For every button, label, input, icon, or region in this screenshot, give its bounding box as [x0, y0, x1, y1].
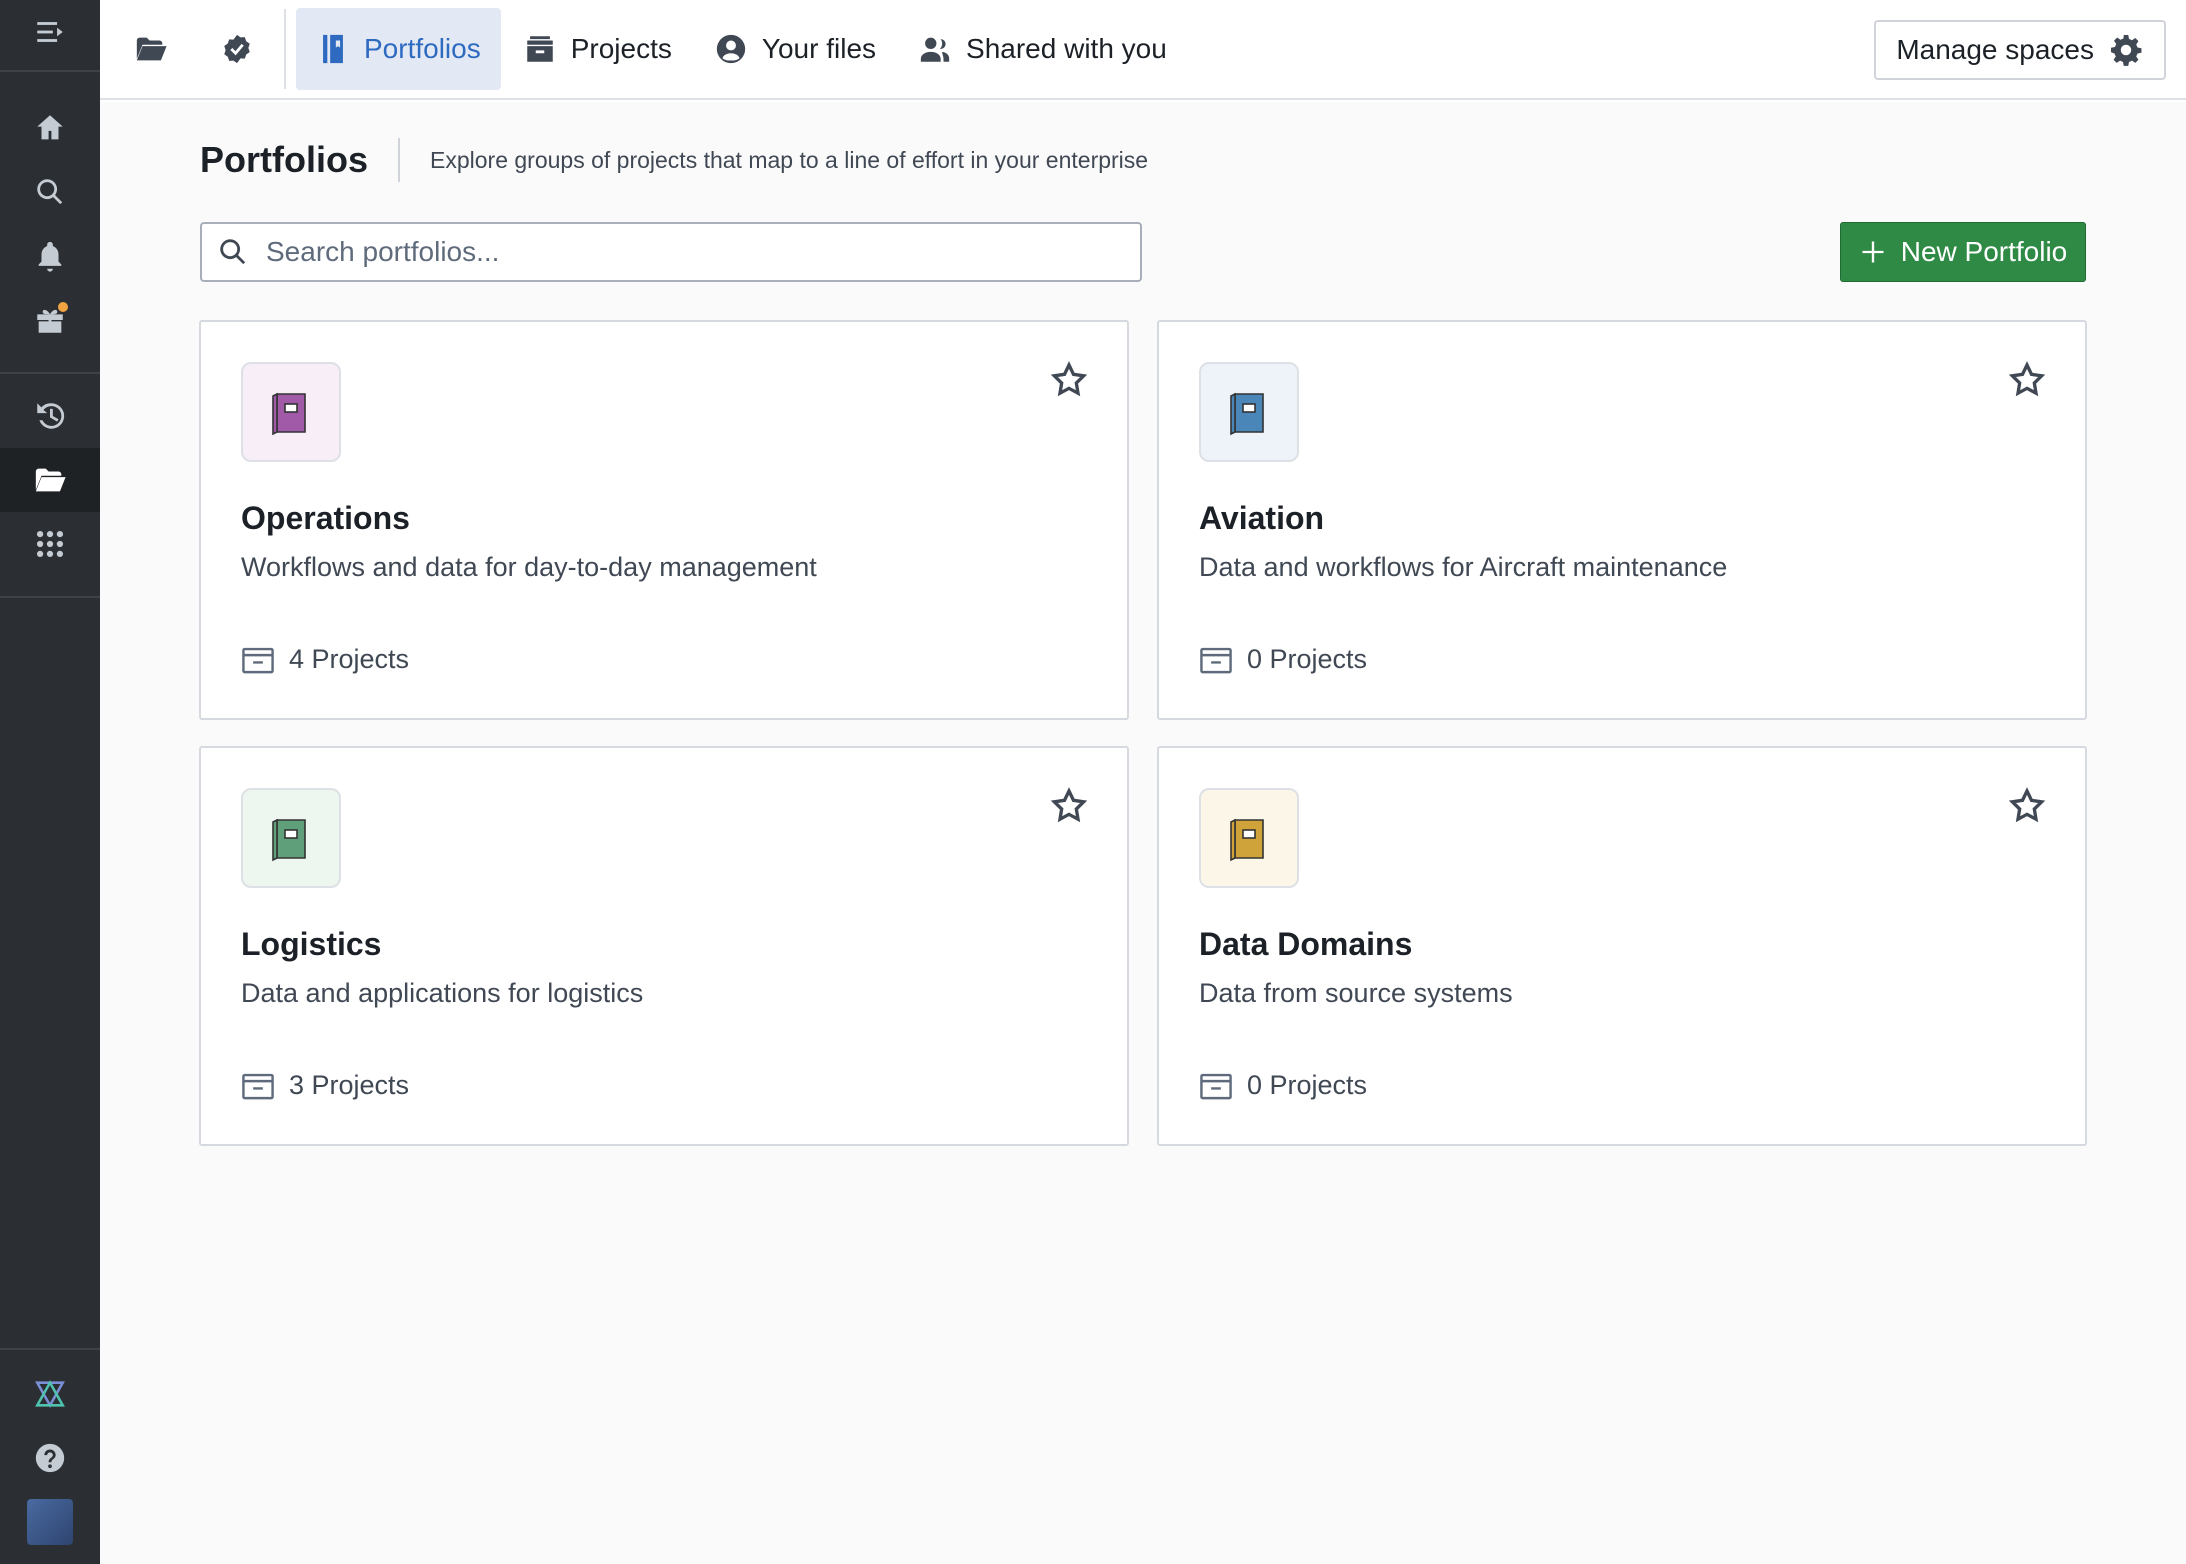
- tab-shared-with-you[interactable]: Shared with you: [898, 8, 1187, 90]
- project-count: 4 Projects: [241, 644, 409, 675]
- home-icon: [37, 115, 63, 140]
- left-rail: [0, 0, 100, 1564]
- topbar-divider: [284, 9, 286, 89]
- top-bar: Portfolios Projects Your files Shared wi…: [100, 0, 2186, 100]
- portfolio-card-operations[interactable]: Operations Workflows and data for day-to…: [199, 320, 1129, 720]
- tab-label: Projects: [570, 33, 672, 64]
- portfolio-description: Data from source systems: [1199, 978, 1513, 1008]
- search-button[interactable]: [0, 160, 100, 224]
- whats-new-button[interactable]: [0, 288, 100, 352]
- project-count-label: 0 Projects: [1247, 1070, 1368, 1100]
- history-icon: [37, 403, 65, 429]
- page-header: Portfolios Explore groups of projects th…: [200, 138, 1148, 182]
- portfolio-description: Data and workflows for Aircraft maintena…: [1199, 552, 1728, 582]
- notification-dot: [56, 300, 70, 314]
- projects-icon: [1200, 647, 1232, 673]
- search-box[interactable]: [200, 222, 1142, 282]
- portfolio-title: Operations: [241, 500, 410, 536]
- portfolio-title: Logistics: [241, 926, 382, 962]
- portfolio-icon-tile: [241, 788, 341, 888]
- main-content: Portfolios Explore groups of projects th…: [100, 102, 2186, 1564]
- portfolio-card-data-domains[interactable]: Data Domains Data from source systems 0 …: [1157, 746, 2087, 1146]
- portfolio-icon-tile: [241, 362, 341, 462]
- portfolio-description: Data and applications for logistics: [241, 978, 644, 1008]
- new-portfolio-button[interactable]: New Portfolio: [1840, 222, 2086, 282]
- home-button[interactable]: [0, 96, 100, 160]
- star-icon: [1050, 787, 1088, 823]
- rail-divider: [0, 596, 100, 598]
- tab-your-files[interactable]: Your files: [694, 8, 896, 90]
- user-avatar-button[interactable]: [0, 1490, 100, 1554]
- portfolio-icon-tile: [1199, 362, 1299, 462]
- people-icon: [920, 37, 950, 62]
- book-icon: [272, 818, 306, 862]
- platform-logo-icon: [35, 1380, 65, 1408]
- help-icon: [35, 1443, 65, 1473]
- book-icon: [1230, 818, 1264, 862]
- rail-divider: [0, 70, 100, 72]
- projects-icon: [526, 36, 553, 62]
- portfolio-title: Data Domains: [1199, 926, 1413, 962]
- check-badge-icon: [224, 34, 250, 64]
- portfolio-title: Aviation: [1199, 500, 1325, 536]
- favorite-star-button[interactable]: [1049, 786, 1089, 826]
- star-icon: [2008, 361, 2046, 397]
- search-input[interactable]: [266, 236, 1126, 268]
- project-count-label: 4 Projects: [289, 644, 410, 674]
- portfolio-icon: [323, 34, 343, 64]
- manage-spaces-button[interactable]: Manage spaces: [1874, 20, 2166, 80]
- platform-logo-button[interactable]: [0, 1362, 100, 1426]
- approvals-button[interactable]: [194, 0, 280, 99]
- avatar: [27, 1499, 73, 1545]
- menu-toggle-button[interactable]: [0, 0, 100, 64]
- project-count: 0 Projects: [1199, 1070, 1367, 1101]
- project-count-label: 0 Projects: [1247, 644, 1368, 674]
- plus-icon: [1862, 241, 1884, 263]
- user-icon: [716, 34, 746, 64]
- favorite-star-button[interactable]: [2007, 360, 2047, 400]
- rail-divider: [0, 1348, 100, 1350]
- portfolio-icon-tile: [1199, 788, 1299, 888]
- tab-label: Portfolios: [364, 33, 481, 64]
- help-button[interactable]: [0, 1426, 100, 1490]
- star-icon: [1050, 361, 1088, 397]
- bell-icon: [38, 241, 62, 272]
- project-count-label: 3 Projects: [289, 1070, 410, 1100]
- apps-button[interactable]: [0, 512, 100, 576]
- search-icon: [220, 239, 246, 265]
- tab-label: Your files: [761, 33, 877, 64]
- book-icon: [272, 392, 306, 436]
- files-button[interactable]: [0, 448, 100, 512]
- recent-button[interactable]: [0, 384, 100, 448]
- portfolio-card-aviation[interactable]: Aviation Data and workflows for Aircraft…: [1157, 320, 2087, 720]
- search-icon: [37, 179, 63, 205]
- header-divider: [398, 138, 400, 182]
- rail-divider: [0, 372, 100, 374]
- projects-icon: [1200, 1073, 1232, 1099]
- project-count: 3 Projects: [241, 1070, 409, 1101]
- page-subtitle: Explore groups of projects that map to a…: [430, 146, 1149, 173]
- folder-button[interactable]: [108, 0, 194, 99]
- manage-spaces-label: Manage spaces: [1896, 34, 2094, 65]
- tab-portfolios[interactable]: Portfolios: [296, 8, 501, 90]
- tab-projects[interactable]: Projects: [503, 8, 692, 90]
- gear-icon: [2111, 35, 2142, 66]
- portfolio-description: Workflows and data for day-to-day manage…: [241, 552, 817, 582]
- projects-icon: [242, 1073, 274, 1099]
- menu-icon: [37, 22, 63, 42]
- favorite-star-button[interactable]: [1049, 360, 1089, 400]
- book-icon: [1230, 392, 1264, 436]
- portfolio-card-logistics[interactable]: Logistics Data and applications for logi…: [199, 746, 1129, 1146]
- grid-icon: [36, 530, 64, 558]
- favorite-star-button[interactable]: [2007, 786, 2047, 826]
- projects-icon: [242, 647, 274, 673]
- folder-open-icon: [136, 37, 167, 61]
- new-portfolio-label: New Portfolio: [1900, 236, 2068, 267]
- tab-label: Shared with you: [966, 33, 1167, 64]
- folder-open-icon: [35, 468, 66, 492]
- notifications-button[interactable]: [0, 224, 100, 288]
- project-count: 0 Projects: [1199, 644, 1367, 675]
- star-icon: [2008, 787, 2046, 823]
- page-title: Portfolios: [200, 139, 368, 180]
